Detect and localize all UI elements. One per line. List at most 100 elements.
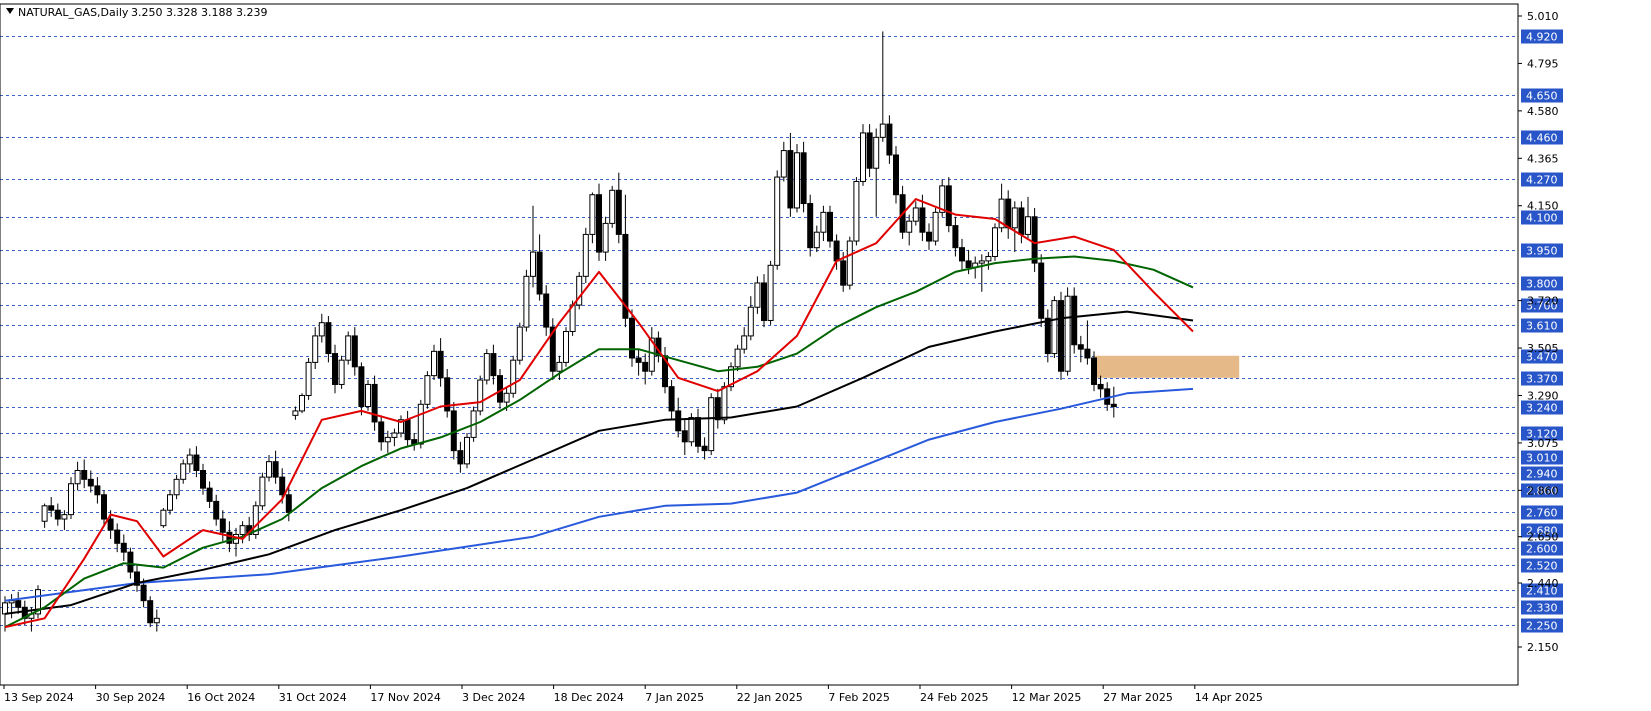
candle-body-up <box>774 176 781 266</box>
candle <box>404 410 411 447</box>
candle <box>820 205 827 242</box>
price-chart[interactable]: 4.9204.6504.4604.2704.1003.9503.8003.700… <box>0 0 1651 707</box>
candle-body-down <box>866 132 873 169</box>
candle-body-up <box>912 207 919 222</box>
price-tick-label: 2.150 <box>1527 641 1559 654</box>
candle-body-up <box>932 211 939 242</box>
candle <box>675 397 682 438</box>
candle <box>543 285 550 336</box>
candle-body-down <box>833 240 840 262</box>
candle-body-down <box>959 247 965 262</box>
candle <box>48 496 55 517</box>
candle <box>893 146 899 204</box>
candle <box>866 124 873 178</box>
level-label: 4.920 <box>1526 31 1558 44</box>
candle <box>186 448 193 473</box>
candle-body-up <box>747 306 754 337</box>
candle-body-up <box>424 375 431 405</box>
time-tick-label: 12 Mar 2025 <box>1012 691 1082 704</box>
chart-window[interactable]: 4.920 4.650 4.460 4.270 4.100 3.950 3.800 3.700… <box>0 0 1651 707</box>
candle <box>754 276 761 314</box>
candle <box>160 508 167 528</box>
candle-body-up <box>68 483 74 516</box>
price-tick-label: 5.010 <box>1527 10 1559 23</box>
candle-body-up <box>391 432 398 438</box>
candle-body-up <box>813 231 820 249</box>
symbol-caption: NATURAL_GAS,Daily <box>18 6 129 19</box>
candle-body-up <box>365 383 371 408</box>
level-label: 3.950 <box>1526 245 1558 258</box>
candle <box>424 371 431 409</box>
candle-body-up <box>602 222 609 253</box>
candle <box>437 338 444 387</box>
candle-body-down <box>952 225 959 249</box>
candle-body-down <box>1044 317 1051 355</box>
candle <box>985 252 992 270</box>
candle <box>61 510 68 531</box>
candle <box>926 223 932 250</box>
candle <box>81 459 88 489</box>
candle-body-up <box>180 463 187 480</box>
level-label: 4.100 <box>1526 212 1558 225</box>
candle-body-down <box>279 476 286 496</box>
candle-body-down <box>272 461 279 478</box>
candle-body-up <box>879 123 886 138</box>
candle-body-down <box>945 185 952 227</box>
candle-body-up <box>1051 300 1058 355</box>
candle-body-down <box>1031 216 1038 264</box>
candle-body-up <box>431 350 437 377</box>
candle-body-down <box>1091 357 1097 385</box>
candle <box>1077 335 1084 363</box>
candle-body-down <box>87 478 94 487</box>
candle <box>497 369 503 409</box>
candle <box>391 428 398 447</box>
candle <box>94 477 101 504</box>
price-tick-label: 3.720 <box>1527 295 1559 308</box>
candle <box>959 238 965 270</box>
candle <box>351 327 358 376</box>
candle-body-up <box>41 505 48 522</box>
candle <box>807 194 814 257</box>
candle <box>536 234 543 301</box>
candle-body-down <box>54 509 61 520</box>
time-tick-label: 18 Dec 2024 <box>554 691 624 704</box>
candle <box>609 185 616 228</box>
dropdown-triangle-icon[interactable] <box>6 8 14 14</box>
price-tick-label: 4.795 <box>1527 57 1559 70</box>
price-tick-label: 2.860 <box>1527 484 1559 497</box>
candle <box>681 419 688 456</box>
price-tick-label: 2.650 <box>1527 531 1559 544</box>
candle-body-up <box>780 150 787 178</box>
candle <box>1084 320 1091 365</box>
candle <box>266 455 272 482</box>
candle <box>114 523 121 553</box>
ohlc-values: 3.250 3.328 3.188 3.239 <box>131 6 267 19</box>
candle-body-up <box>734 348 741 368</box>
moving-averages <box>4 198 1194 629</box>
candle <box>615 172 622 244</box>
candle-body-down <box>206 487 213 502</box>
candle-body-down <box>490 353 497 377</box>
candle-body-up <box>483 353 490 381</box>
candle-body-up <box>292 410 299 416</box>
candle-body-down <box>695 417 701 447</box>
candle-body-down <box>1077 344 1084 350</box>
candle <box>15 591 22 614</box>
candle <box>589 192 596 244</box>
candle <box>787 132 794 217</box>
candle-body-up <box>266 461 272 478</box>
candle-body-up <box>2 602 8 615</box>
candle <box>846 236 853 290</box>
candle-body-up <box>794 152 800 209</box>
supply-zone-rect <box>1094 355 1240 378</box>
candle <box>219 510 226 542</box>
candle-body-up <box>259 476 266 507</box>
candle <box>906 214 913 246</box>
candle-body-down <box>120 542 127 553</box>
time-tick-label: 7 Feb 2025 <box>828 691 889 704</box>
candle <box>1005 190 1012 239</box>
candle <box>431 344 437 381</box>
candle <box>74 461 81 491</box>
candle-body-up <box>530 251 536 277</box>
candle <box>741 327 748 354</box>
